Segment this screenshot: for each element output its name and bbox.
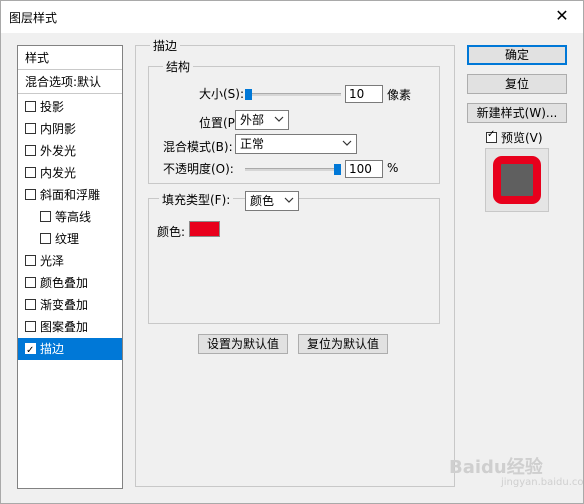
style-item-label: 内阴影 [40, 122, 77, 136]
watermark-logo: Baidu经验 [449, 457, 543, 478]
close-icon[interactable]: ✕ [551, 5, 573, 27]
size-slider-thumb[interactable] [245, 89, 252, 100]
style-item[interactable]: 渐变叠加 [18, 294, 122, 316]
style-item-label: 描边 [40, 342, 65, 356]
style-item[interactable]: 纹理 [18, 228, 122, 250]
style-item[interactable]: 投影 [18, 96, 122, 118]
style-item[interactable]: 内发光 [18, 162, 122, 184]
style-checkbox[interactable] [25, 255, 36, 266]
fill-group: 填充类型(F): 颜色 颜色: [148, 191, 440, 324]
opacity-label: 不透明度(O): [163, 162, 234, 176]
color-swatch[interactable] [189, 221, 220, 237]
style-item-label: 斜面和浮雕 [40, 188, 101, 202]
style-item[interactable]: 斜面和浮雕 [18, 184, 122, 206]
stroke-section-title: 描边 [150, 37, 181, 54]
chevron-down-icon [274, 116, 284, 122]
style-checkbox[interactable] [40, 211, 51, 222]
position-select[interactable]: 外部 [235, 110, 289, 130]
style-preview [485, 148, 549, 212]
reset-button[interactable]: 复位 [467, 74, 567, 94]
ok-button[interactable]: 确定 [467, 45, 567, 65]
preview-label: 预览(V) [501, 131, 543, 145]
new-style-button[interactable]: 新建样式(W)... [467, 103, 567, 123]
style-item-label: 外发光 [40, 144, 77, 158]
opacity-slider-track[interactable] [245, 168, 341, 171]
style-checkbox[interactable] [25, 145, 36, 156]
fill-type-value: 颜色 [250, 194, 275, 208]
chevron-down-icon [284, 197, 294, 203]
style-checkbox[interactable] [25, 101, 36, 112]
opacity-slider-thumb[interactable] [334, 164, 341, 175]
blend-mode-label: 混合模式(B): [163, 140, 233, 154]
color-label: 颜色: [157, 225, 186, 239]
style-item-label: 纹理 [55, 232, 80, 246]
style-item[interactable]: 描边 [18, 338, 122, 362]
dialog-title: 图层样式 [9, 11, 58, 25]
style-item[interactable]: 外发光 [18, 140, 122, 162]
style-checkbox[interactable] [40, 233, 51, 244]
stroke-panel: 描边 结构 大小(S): 10 像素 位置(P): 外部 混合模式(B): 正常… [135, 37, 455, 487]
styles-header[interactable]: 样式 [18, 46, 122, 70]
preview-toggle[interactable]: 预览(V) [486, 129, 543, 146]
size-input[interactable]: 10 [345, 85, 383, 103]
set-default-button[interactable]: 设置为默认值 [198, 334, 288, 354]
style-item[interactable]: 图案叠加 [18, 316, 122, 338]
fill-type-label: 填充类型(F): [159, 191, 234, 208]
structure-title: 结构 [163, 58, 194, 75]
style-item[interactable]: 内阴影 [18, 118, 122, 140]
chevron-down-icon [342, 140, 352, 146]
position-value: 外部 [240, 113, 265, 127]
fill-type-select[interactable]: 颜色 [245, 191, 299, 211]
style-item-label: 图案叠加 [40, 320, 89, 334]
size-unit: 像素 [387, 88, 412, 102]
style-item[interactable]: 颜色叠加 [18, 272, 122, 294]
style-checkbox[interactable] [25, 189, 36, 200]
style-item[interactable]: 光泽 [18, 250, 122, 272]
size-label: 大小(S): [199, 87, 245, 101]
opacity-input[interactable]: 100 [345, 160, 383, 178]
structure-group: 结构 大小(S): 10 像素 位置(P): 外部 混合模式(B): 正常 不透… [148, 58, 440, 184]
opacity-unit: % [387, 161, 399, 175]
style-checkbox[interactable] [25, 277, 36, 288]
blend-mode-select[interactable]: 正常 [235, 134, 357, 154]
style-item-label: 投影 [40, 100, 65, 114]
preview-swatch [493, 156, 541, 204]
styles-list: 样式 混合选项:默认 投影内阴影外发光内发光斜面和浮雕等高线纹理光泽颜色叠加渐变… [17, 45, 123, 489]
blending-options-item[interactable]: 混合选项:默认 [18, 70, 122, 94]
style-item-label: 等高线 [55, 210, 92, 224]
style-checkbox[interactable] [25, 299, 36, 310]
style-checkbox[interactable] [25, 167, 36, 178]
style-item-label: 颜色叠加 [40, 276, 89, 290]
preview-checkbox[interactable] [486, 129, 497, 143]
watermark-url: jingyan.baidu.com [501, 477, 584, 488]
size-slider-track[interactable] [245, 93, 341, 96]
style-item[interactable]: 等高线 [18, 206, 122, 228]
style-checkbox[interactable] [25, 340, 36, 362]
style-checkbox[interactable] [25, 123, 36, 134]
reset-default-button[interactable]: 复位为默认值 [298, 334, 388, 354]
style-item-label: 内发光 [40, 166, 77, 180]
style-item-label: 光泽 [40, 254, 65, 268]
style-checkbox[interactable] [25, 321, 36, 332]
layer-style-dialog: 图层样式 ✕ 样式 混合选项:默认 投影内阴影外发光内发光斜面和浮雕等高线纹理光… [0, 0, 584, 504]
blend-mode-value: 正常 [240, 137, 265, 151]
title-bar: 图层样式 ✕ [1, 1, 583, 33]
style-item-label: 渐变叠加 [40, 298, 89, 312]
